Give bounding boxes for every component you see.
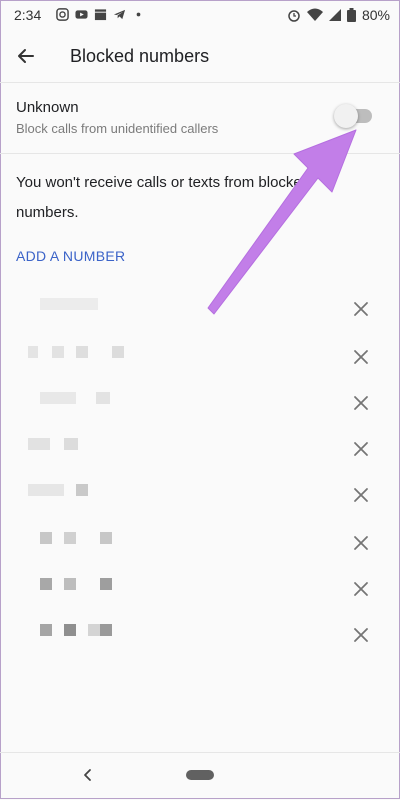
instagram-icon	[56, 8, 69, 21]
blurred-number	[76, 484, 88, 496]
notification-icons	[56, 8, 145, 21]
wifi-icon	[306, 8, 323, 21]
blurred-number	[100, 578, 112, 590]
unknown-setting-subtitle: Block calls from unidentified callers	[16, 121, 219, 136]
list-item	[0, 518, 400, 564]
blurred-number	[28, 484, 64, 496]
close-icon	[354, 350, 368, 364]
blurred-number	[88, 624, 100, 636]
home-pill-icon[interactable]	[186, 770, 214, 780]
blurred-number	[40, 578, 52, 590]
list-item	[0, 564, 400, 610]
list-item	[0, 610, 400, 656]
back-button[interactable]	[14, 44, 38, 68]
blurred-number	[96, 392, 110, 404]
dot-icon	[136, 12, 141, 17]
unknown-setting-title: Unknown	[16, 99, 79, 116]
close-icon	[354, 536, 368, 550]
remove-number-button[interactable]	[352, 580, 370, 598]
status-bar: 2:34 80%	[0, 0, 400, 30]
blurred-number	[40, 298, 98, 310]
battery-percent: 80%	[361, 7, 390, 23]
remove-number-button[interactable]	[352, 440, 370, 458]
close-icon	[354, 442, 368, 456]
blurred-number	[112, 346, 124, 358]
blurred-number	[64, 532, 76, 544]
blurred-number	[64, 578, 76, 590]
youtube-icon	[75, 10, 88, 19]
clapperboard-icon	[94, 9, 107, 21]
close-icon	[354, 396, 368, 410]
blurred-number	[100, 624, 112, 636]
blurred-number	[40, 392, 76, 404]
list-item	[0, 378, 400, 424]
system-icons: 80%	[287, 7, 390, 23]
close-icon	[354, 582, 368, 596]
remove-number-button[interactable]	[352, 534, 370, 552]
blurred-number	[64, 438, 78, 450]
blurred-number	[76, 346, 88, 358]
app-bar: Blocked numbers	[0, 30, 400, 83]
alarm-icon	[288, 10, 300, 22]
battery-icon	[346, 8, 356, 22]
signal-icon	[328, 9, 341, 21]
nav-back-icon[interactable]	[80, 767, 96, 783]
page-title: Blocked numbers	[70, 46, 210, 66]
blurred-number	[40, 532, 52, 544]
blurred-number	[28, 438, 50, 450]
remove-number-button[interactable]	[352, 394, 370, 412]
list-item	[0, 332, 400, 378]
arrow-back-icon	[18, 49, 34, 63]
blurred-number	[100, 532, 112, 544]
remove-number-button[interactable]	[352, 486, 370, 504]
blurred-number	[52, 346, 64, 358]
telegram-icon	[113, 9, 126, 20]
annotation-arrow-icon	[207, 129, 357, 315]
remove-number-button[interactable]	[352, 626, 370, 644]
system-nav-bar	[0, 752, 400, 800]
list-item	[0, 470, 400, 516]
close-icon	[354, 628, 368, 642]
blurred-number	[64, 624, 76, 636]
status-time: 2:34	[14, 7, 42, 23]
blurred-number	[40, 624, 52, 636]
remove-number-button[interactable]	[352, 348, 370, 366]
close-icon	[354, 488, 368, 502]
blurred-number	[28, 346, 38, 358]
add-number-button[interactable]: ADD A NUMBER	[16, 248, 125, 264]
list-item	[0, 424, 400, 470]
